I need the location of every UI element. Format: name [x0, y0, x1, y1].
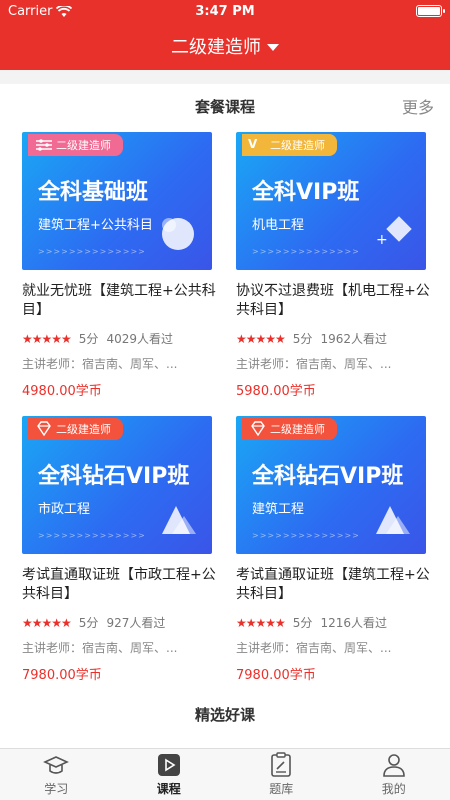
category-tag: V 二级建造师	[242, 134, 337, 156]
main-content: 套餐课程 更多 二级建造师 全科基础班 建筑工程+公共科目 >>>>>>>>>>…	[0, 84, 450, 748]
rating-score: 5分	[292, 332, 313, 346]
tab-courses[interactable]: 课程	[113, 749, 226, 800]
course-card[interactable]: V 二级建造师 全科VIP班 机电工程 >>>>>>>>>>>>>> + 协议不…	[236, 132, 430, 399]
price: 7980.00学币	[22, 668, 102, 683]
course-meta: ★★★★★ 5分 4029人看过	[22, 330, 216, 347]
svg-text:+: +	[376, 232, 388, 248]
tab-label: 我的	[381, 782, 406, 796]
teacher-list: 主讲老师：宿吉南、周军、...	[236, 357, 392, 371]
package-section-header: 套餐课程 更多	[0, 84, 450, 130]
price: 4980.00学币	[22, 384, 102, 399]
play-icon	[157, 754, 180, 776]
circle-decoration-icon	[162, 218, 194, 250]
tag-label: 二级建造师	[56, 423, 111, 436]
tab-profile[interactable]: 我的	[338, 749, 450, 800]
v-logo-icon: V	[248, 137, 258, 151]
rating-score: 5分	[292, 616, 313, 630]
course-name: 考试直通取证班【建筑工程+公共科目】	[236, 567, 430, 602]
course-name: 考试直通取证班【市政工程+公共科目】	[22, 567, 216, 602]
course-card[interactable]: 二级建造师 全科钻石VIP班 建筑工程 >>>>>>>>>>>>>> 考试直通取…	[236, 416, 430, 683]
status-bar: Carrier 3:47 PM	[0, 0, 450, 24]
course-meta: ★★★★★ 5分 927人看过	[22, 614, 216, 631]
more-link[interactable]: 更多	[402, 94, 434, 118]
rating-score: 5分	[78, 332, 99, 346]
tag-label: 二级建造师	[270, 423, 325, 436]
graduation-cap-icon	[43, 756, 70, 774]
tab-question-bank[interactable]: 题库	[225, 749, 338, 800]
course-meta: ★★★★★ 5分 1216人看过	[236, 614, 430, 631]
category-tag: 二级建造师	[28, 418, 123, 440]
course-banner: 二级建造师 全科钻石VIP班 建筑工程 >>>>>>>>>>>>>>	[236, 416, 426, 554]
course-banner: V 二级建造师 全科VIP班 机电工程 >>>>>>>>>>>>>> +	[236, 132, 426, 270]
course-card[interactable]: 二级建造师 全科基础班 建筑工程+公共科目 >>>>>>>>>>>>>> 就业无…	[22, 132, 216, 399]
tab-bar: 学习 课程 题库 我的	[0, 748, 450, 800]
view-count: 1216人看过	[320, 616, 387, 630]
course-meta: ★★★★★ 5分 1962人看过	[236, 330, 430, 347]
banner-subtitle: 建筑工程+公共科目	[38, 218, 153, 233]
diamond-icon	[37, 421, 51, 437]
course-banner: 二级建造师 全科钻石VIP班 市政工程 >>>>>>>>>>>>>>	[22, 416, 212, 554]
clock: 3:47 PM	[195, 4, 255, 19]
triangle-decoration-icon	[162, 506, 196, 534]
rating-score: 5分	[78, 616, 99, 630]
course-name: 协议不过退费班【机电工程+公共科目】	[236, 283, 430, 318]
view-count: 4029人看过	[106, 332, 173, 346]
banner-subtitle: 机电工程	[252, 218, 305, 233]
view-count: 927人看过	[106, 616, 166, 630]
course-name: 就业无忧班【建筑工程+公共科目】	[22, 283, 216, 318]
category-tag: 二级建造师	[28, 134, 123, 156]
diamond-plus-icon: +	[376, 216, 412, 248]
teacher-list: 主讲老师：宿吉南、周军、...	[22, 357, 178, 371]
rating-stars-icon: ★★★★★	[22, 615, 72, 630]
arrows-decoration: >>>>>>>>>>>>>>	[252, 531, 360, 540]
user-icon	[382, 754, 405, 777]
sliders-icon	[36, 139, 52, 151]
top-bar: Carrier 3:47 PM 二级建造师	[0, 0, 450, 70]
rating-stars-icon: ★★★★★	[236, 615, 286, 630]
tag-label: 二级建造师	[270, 139, 325, 152]
banner-title: 全科VIP班	[252, 180, 360, 205]
tab-label: 学习	[44, 782, 69, 796]
course-card[interactable]: 二级建造师 全科钻石VIP班 市政工程 >>>>>>>>>>>>>> 考试直通取…	[22, 416, 216, 683]
teacher-list: 主讲老师：宿吉南、周军、...	[22, 641, 178, 655]
triangle-decoration-icon	[376, 506, 410, 534]
tag-label: 二级建造师	[56, 139, 111, 152]
banner-title: 全科钻石VIP班	[38, 464, 190, 489]
clipboard-icon	[271, 752, 292, 777]
tab-label: 题库	[269, 782, 294, 796]
tab-label: 课程	[156, 782, 181, 796]
arrows-decoration: >>>>>>>>>>>>>>	[252, 247, 360, 256]
caret-down-icon	[267, 43, 279, 51]
battery-icon	[416, 5, 445, 17]
category-tag: 二级建造师	[242, 418, 337, 440]
arrows-decoration: >>>>>>>>>>>>>>	[38, 247, 146, 256]
price: 5980.00学币	[236, 384, 316, 399]
section-title: 套餐课程	[194, 98, 255, 116]
page-title: 二级建造师	[171, 37, 261, 58]
price: 7980.00学币	[236, 668, 316, 683]
rating-stars-icon: ★★★★★	[22, 331, 72, 346]
arrows-decoration: >>>>>>>>>>>>>>	[38, 531, 146, 540]
view-count: 1962人看过	[320, 332, 387, 346]
category-selector[interactable]: 二级建造师	[0, 30, 450, 62]
course-banner: 二级建造师 全科基础班 建筑工程+公共科目 >>>>>>>>>>>>>>	[22, 132, 212, 270]
rating-stars-icon: ★★★★★	[236, 331, 286, 346]
diamond-icon	[251, 421, 265, 437]
tab-study[interactable]: 学习	[0, 749, 113, 800]
banner-title: 全科钻石VIP班	[252, 464, 404, 489]
banner-title: 全科基础班	[38, 180, 149, 205]
featured-section-title: 精选好课	[194, 706, 255, 724]
banner-subtitle: 建筑工程	[252, 502, 305, 517]
teacher-list: 主讲老师：宿吉南、周军、...	[236, 641, 392, 655]
banner-subtitle: 市政工程	[38, 502, 91, 517]
